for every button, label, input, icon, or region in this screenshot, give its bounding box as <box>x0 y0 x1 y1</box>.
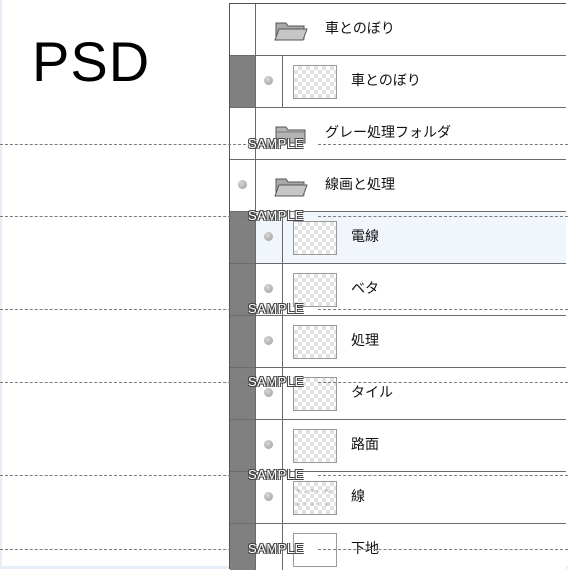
watermark-line-left <box>0 309 246 310</box>
layer-row[interactable]: タイル <box>230 368 566 420</box>
layer-row[interactable]: 線 <box>230 472 566 524</box>
visibility-column[interactable] <box>255 524 282 570</box>
layer-name: 車とのぼり <box>325 21 395 37</box>
layer-row-group[interactable]: 車とのぼり <box>230 4 566 56</box>
layer-row-group[interactable]: 線画と処理 <box>230 160 566 212</box>
layer-name: グレー処理フォルダ <box>325 125 451 141</box>
indent-divider <box>282 368 283 419</box>
layer-thumbnail <box>293 533 337 567</box>
format-label: PSD <box>32 30 151 93</box>
folder-open-icon <box>274 178 308 197</box>
layer-thumbnail <box>293 273 337 307</box>
eye-icon[interactable] <box>264 388 273 397</box>
layer-color-strip <box>230 212 255 263</box>
layer-color-strip <box>230 160 255 211</box>
layer-color-strip <box>230 4 255 55</box>
indent-divider <box>282 472 283 523</box>
visibility-column[interactable] <box>255 420 282 471</box>
watermark-line-left <box>0 549 246 550</box>
folder-open-icon <box>274 22 308 41</box>
layer-color-strip <box>230 264 255 315</box>
visibility-column[interactable] <box>255 56 282 107</box>
layer-name: ベタ <box>351 281 379 297</box>
indent-divider <box>282 212 283 263</box>
layer-name: タイル <box>351 385 393 401</box>
indent-divider <box>282 264 283 315</box>
layer-color-strip <box>230 56 255 107</box>
layer-thumbnail <box>293 481 337 515</box>
layer-thumbnail <box>293 429 337 463</box>
layer-thumbnail <box>293 221 337 255</box>
visibility-column[interactable] <box>255 368 282 419</box>
layer-name: 線 <box>351 489 365 505</box>
layer-color-strip <box>230 316 255 367</box>
layer-row-selected[interactable]: 電線 <box>230 212 566 264</box>
layer-name: 下地 <box>351 541 379 557</box>
layer-color-strip <box>230 368 255 419</box>
layer-thumbnail <box>293 325 337 359</box>
watermark-line-left <box>0 144 246 145</box>
eye-icon[interactable] <box>264 440 273 449</box>
eye-icon[interactable] <box>264 232 273 241</box>
indent-divider <box>282 56 283 107</box>
indent-divider <box>282 420 283 471</box>
layer-row[interactable]: 下地 <box>230 524 566 570</box>
visibility-column[interactable] <box>255 264 282 315</box>
layer-row[interactable]: 処理 <box>230 316 566 368</box>
watermark-line-left <box>0 216 246 217</box>
visibility-column[interactable] <box>255 472 282 523</box>
layer-row[interactable]: 路面 <box>230 420 566 472</box>
watermark-line-left <box>0 475 246 476</box>
eye-icon[interactable] <box>238 180 247 189</box>
eye-icon[interactable] <box>264 284 273 293</box>
eye-icon[interactable] <box>264 76 273 85</box>
indent-divider <box>282 316 283 367</box>
layer-thumbnail <box>293 65 337 99</box>
layer-color-strip <box>230 524 255 570</box>
eye-icon[interactable] <box>264 544 273 553</box>
layer-row-group[interactable]: グレー処理フォルダ <box>230 108 566 160</box>
folder-closed-icon <box>275 126 306 144</box>
eye-icon[interactable] <box>264 492 273 501</box>
layer-row[interactable]: ベタ <box>230 264 566 316</box>
frame-left-edge <box>0 0 2 569</box>
layer-thumbnail <box>293 377 337 411</box>
layer-name: 電線 <box>351 229 379 245</box>
layer-color-strip <box>230 420 255 471</box>
eye-icon[interactable] <box>264 336 273 345</box>
layer-name: 処理 <box>351 333 379 349</box>
visibility-column[interactable] <box>255 316 282 367</box>
layer-name: 路面 <box>351 437 379 453</box>
visibility-column[interactable] <box>255 212 282 263</box>
watermark-line-left <box>0 382 246 383</box>
indent-divider <box>282 524 283 570</box>
layer-name: 車とのぼり <box>351 73 421 89</box>
layer-color-strip <box>230 472 255 523</box>
layers-panel: 車とのぼり 車とのぼり グレー処理フォルダ 線画と処理 電線 ベタ 処理 タイル… <box>229 3 566 570</box>
layer-color-strip <box>230 108 255 159</box>
layer-row[interactable]: 車とのぼり <box>230 56 566 108</box>
layer-name: 線画と処理 <box>325 177 395 193</box>
